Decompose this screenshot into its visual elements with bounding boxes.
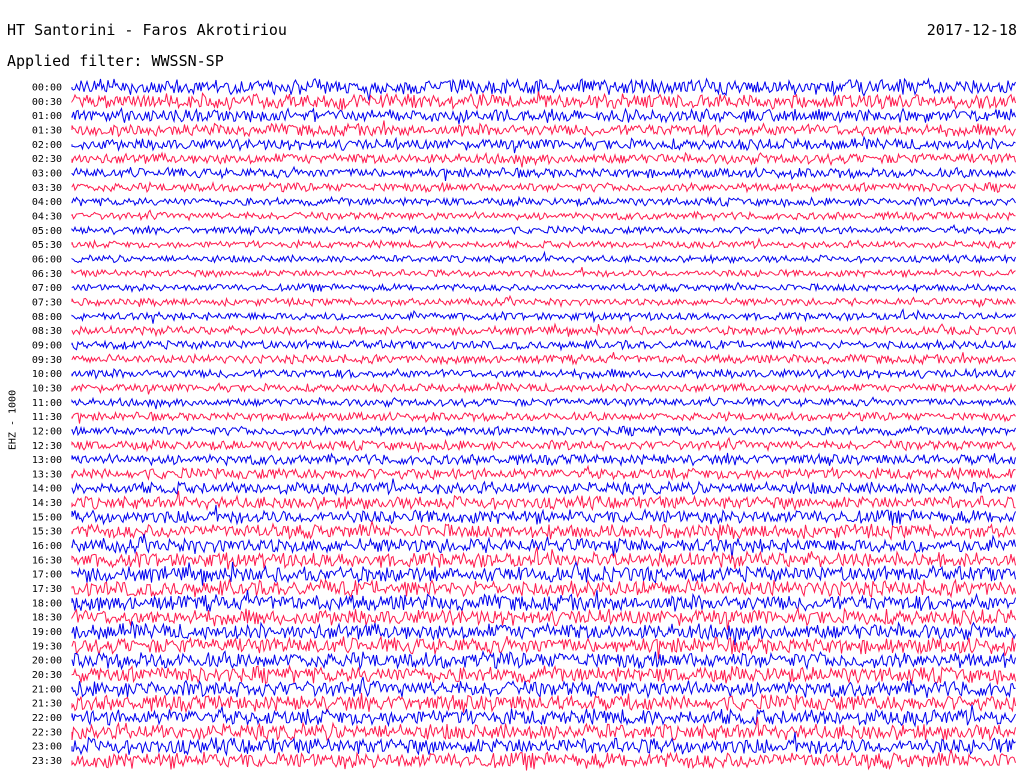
time-label: 04:30 — [32, 212, 62, 223]
trace-row-2130 — [71, 692, 1016, 714]
time-label: 18:30 — [32, 613, 62, 624]
time-label: 03:00 — [32, 169, 62, 180]
time-label: 12:30 — [32, 441, 62, 452]
trace-row-0630 — [71, 266, 1016, 279]
time-label: 19:30 — [32, 641, 62, 652]
trace-row-0400 — [71, 195, 1016, 209]
time-label: 04:00 — [32, 197, 62, 208]
time-label: 10:30 — [32, 383, 62, 394]
time-label: 10:00 — [32, 369, 62, 380]
time-label: 02:00 — [32, 140, 62, 151]
trace-row-1700 — [71, 560, 1016, 586]
time-label: 09:30 — [32, 355, 62, 366]
time-label: 14:30 — [32, 498, 62, 509]
trace-row-0130 — [71, 120, 1016, 138]
time-label: 00:00 — [32, 83, 62, 94]
trace-row-1200 — [71, 424, 1016, 438]
trace-row-1630 — [71, 547, 1016, 570]
time-label: 05:00 — [32, 226, 62, 237]
trace-row-0430 — [71, 209, 1016, 222]
trace-row-0700 — [71, 281, 1016, 294]
time-label: 08:00 — [32, 312, 62, 323]
trace-row-2100 — [71, 676, 1016, 699]
time-label-group: 00:00 00:30 01:00 01:30 02:00 02:30 03:00 03:30… — [32, 83, 62, 768]
trace-row-1130 — [71, 410, 1016, 424]
time-label: 21:30 — [32, 699, 62, 710]
time-label: 11:00 — [32, 398, 62, 409]
trace-row-0930 — [71, 352, 1016, 366]
trace-row-1430 — [71, 490, 1016, 512]
time-label: 20:30 — [32, 670, 62, 681]
time-label: 01:30 — [32, 126, 62, 137]
seismogram-plot: 00:00 00:30 01:00 01:30 02:00 02:30 03:00 03:30… — [32, 77, 1016, 771]
time-label: 15:30 — [32, 527, 62, 538]
time-label: 23:00 — [32, 742, 62, 753]
trace-row-0500 — [71, 224, 1016, 237]
trace-row-1030 — [71, 381, 1016, 395]
trace-row-0800 — [71, 308, 1016, 324]
time-label: 20:00 — [32, 656, 62, 667]
time-label: 11:30 — [32, 412, 62, 423]
time-label: 16:30 — [32, 555, 62, 566]
time-label: 07:30 — [32, 297, 62, 308]
trace-row-2000 — [71, 649, 1016, 671]
time-label: 18:00 — [32, 598, 62, 609]
time-label: 21:00 — [32, 684, 62, 695]
time-label: 00:30 — [32, 97, 62, 108]
time-label: 13:30 — [32, 469, 62, 480]
trace-group — [71, 77, 1016, 771]
time-label: 05:30 — [32, 240, 62, 251]
time-label: 15:00 — [32, 512, 62, 523]
trace-row-0530 — [71, 237, 1016, 251]
trace-row-0200 — [71, 135, 1016, 154]
time-label: 06:00 — [32, 255, 62, 266]
time-label: 23:30 — [32, 756, 62, 767]
trace-row-0100 — [71, 106, 1016, 125]
trace-row-0230 — [71, 151, 1016, 168]
time-label: 07:00 — [32, 283, 62, 294]
trace-row-0900 — [71, 338, 1016, 352]
time-label: 16:00 — [32, 541, 62, 552]
trace-row-1530 — [71, 519, 1016, 541]
time-label: 01:00 — [32, 111, 62, 122]
time-label: 06:30 — [32, 269, 62, 280]
time-label: 22:30 — [32, 727, 62, 738]
trace-row-1300 — [71, 452, 1016, 467]
time-label: 02:30 — [32, 154, 62, 165]
trace-row-1400 — [71, 478, 1016, 496]
trace-row-0600 — [71, 250, 1016, 265]
time-label: 17:00 — [32, 570, 62, 581]
trace-row-1730 — [71, 578, 1016, 599]
time-label: 09:00 — [32, 340, 62, 351]
time-label: 19:00 — [32, 627, 62, 638]
trace-row-0830 — [71, 322, 1016, 338]
trace-row-2030 — [71, 664, 1016, 685]
time-label: 17:30 — [32, 584, 62, 595]
trace-row-1100 — [71, 395, 1016, 410]
trace-row-1330 — [71, 464, 1016, 481]
time-label: 08:30 — [32, 326, 62, 337]
trace-row-0330 — [71, 180, 1016, 194]
time-label: 14:00 — [32, 484, 62, 495]
time-label: 03:30 — [32, 183, 62, 194]
time-label: 22:00 — [32, 713, 62, 724]
trace-row-2330 — [71, 749, 1016, 771]
time-label: 13:00 — [32, 455, 62, 466]
trace-row-0730 — [71, 294, 1016, 309]
trace-row-1230 — [71, 436, 1016, 454]
trace-row-1000 — [71, 367, 1016, 381]
trace-row-2200 — [71, 704, 1016, 728]
trace-row-0300 — [71, 165, 1016, 181]
trace-row-1500 — [71, 504, 1016, 526]
trace-row-0030 — [71, 91, 1016, 112]
time-label: 12:00 — [32, 426, 62, 437]
